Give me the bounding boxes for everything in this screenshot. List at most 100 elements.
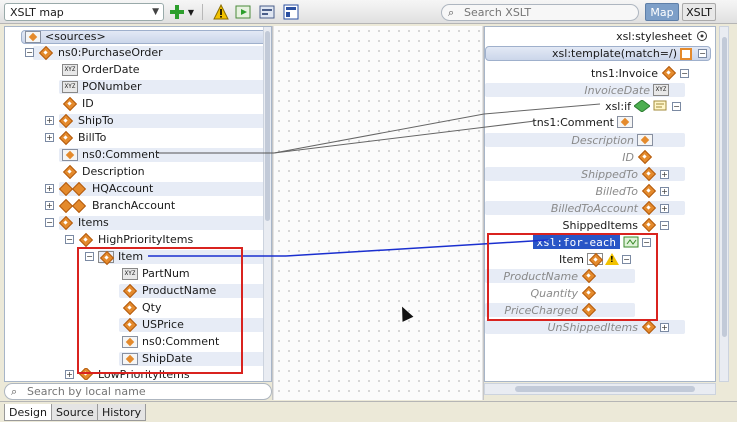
chevron-down-icon: ▼: [152, 7, 159, 17]
add-menu-chevron-icon[interactable]: ▼: [186, 3, 196, 21]
target-tree-row[interactable]: BilledToAccount +: [551, 200, 669, 216]
attribute-icon: XYZ: [62, 63, 78, 76]
collapse-icon[interactable]: −: [660, 220, 669, 230]
target-tree-panel: xsl:stylesheet xsl:template(match=/) − t…: [484, 26, 716, 382]
expand-icon[interactable]: +: [660, 186, 669, 196]
source-node-label: ID: [82, 97, 94, 110]
target-node-label: InvoiceDate: [584, 83, 650, 97]
collapse-icon[interactable]: −: [680, 68, 689, 78]
element-box-icon: [617, 116, 633, 128]
collapse-icon[interactable]: −: [672, 101, 681, 111]
source-tree-row[interactable]: Description: [62, 163, 145, 180]
element-icon: [38, 47, 54, 59]
source-tree-row[interactable]: <sources>: [25, 28, 106, 45]
source-tree-row[interactable]: − ns0:PurchaseOrder: [25, 44, 163, 61]
xslt-view-toggle[interactable]: XSLT: [682, 3, 716, 21]
expand-icon[interactable]: +: [65, 369, 74, 379]
test-report-icon[interactable]: [258, 3, 276, 21]
expand-icon[interactable]: +: [45, 201, 54, 210]
element-icon: [78, 234, 94, 246]
element-icon: [661, 67, 677, 79]
element-icon: [58, 217, 74, 229]
collapse-icon[interactable]: −: [698, 49, 707, 58]
target-tree-row[interactable]: tns1:Comment: [532, 114, 633, 130]
search-local-name-box[interactable]: ⌕: [4, 383, 272, 400]
attribute-icon: XYZ: [653, 84, 669, 96]
add-icon[interactable]: [168, 3, 186, 21]
expand-icon[interactable]: +: [660, 203, 669, 213]
source-node-label: BranchAccount: [92, 199, 176, 212]
element-box-icon: [637, 134, 653, 146]
scrollbar-thumb[interactable]: [515, 386, 695, 392]
tab-design[interactable]: Design: [4, 404, 52, 421]
template-header-bar[interactable]: xsl:template(match=/) −: [485, 46, 711, 61]
target-tree-row[interactable]: tns1:Invoice −: [591, 65, 689, 81]
search-xslt-box[interactable]: ⌕: [441, 4, 639, 21]
warning-icon[interactable]: [212, 3, 230, 21]
target-tree-row[interactable]: ID: [622, 149, 653, 165]
source-node-label: BillTo: [78, 131, 107, 144]
scrollbar-thumb[interactable]: [265, 31, 270, 221]
source-node-label: ShipTo: [78, 114, 114, 127]
run-test-icon[interactable]: [234, 3, 252, 21]
target-tree-row[interactable]: ShippedItems −: [563, 217, 669, 233]
expand-icon[interactable]: +: [660, 169, 669, 179]
target-tree-row[interactable]: Description: [571, 132, 653, 148]
target-node-label: xsl:stylesheet: [616, 29, 692, 43]
element-icon: [637, 151, 653, 163]
stylesheet-icon: [695, 30, 711, 42]
source-tree-row[interactable]: + HQAccount: [45, 180, 153, 197]
editor-tabs: Design Source History: [0, 401, 737, 422]
choice-element-icon: [58, 183, 88, 195]
element-icon: [62, 166, 78, 178]
mapping-canvas[interactable]: [274, 26, 482, 400]
target-tree-row[interactable]: ShippedTo +: [581, 166, 669, 182]
xml-schema-icon[interactable]: [282, 3, 300, 21]
source-vertical-scrollbar[interactable]: [263, 27, 271, 381]
source-tree-row[interactable]: − HighPriorityItems: [65, 231, 193, 248]
scrollbar-thumb[interactable]: [722, 37, 727, 337]
source-tree-row[interactable]: + ShipTo: [45, 112, 114, 129]
text-type-icon: XYZ: [62, 80, 78, 93]
source-tree-row[interactable]: + BillTo: [45, 129, 106, 146]
target-tree-row[interactable]: xsl:if −: [605, 98, 681, 114]
expand-icon[interactable]: +: [660, 322, 669, 332]
source-highlight-box: [77, 247, 243, 374]
map-select-dropdown[interactable]: XSLT map ▼: [4, 3, 164, 21]
target-tree-row[interactable]: BilledTo +: [595, 183, 669, 199]
tab-history[interactable]: History: [97, 404, 147, 421]
source-tree-row[interactable]: ns0:Comment: [62, 146, 159, 163]
map-view-toggle[interactable]: Map: [645, 3, 679, 21]
tab-source[interactable]: Source: [51, 404, 99, 421]
expand-icon[interactable]: +: [45, 133, 54, 142]
target-tree-row[interactable]: InvoiceDate XYZ: [584, 82, 669, 98]
source-node-label: Description: [82, 165, 145, 178]
element-icon: [641, 202, 657, 214]
source-tree-row[interactable]: XYZ OrderDate: [62, 61, 140, 78]
element-icon: [641, 185, 657, 197]
source-node-label: HighPriorityItems: [98, 233, 194, 246]
source-node-label: ns0:Comment: [82, 148, 160, 161]
expand-icon[interactable]: +: [45, 116, 54, 125]
expand-icon[interactable]: +: [45, 184, 54, 193]
collapse-icon[interactable]: −: [65, 235, 74, 244]
source-tree-row[interactable]: + BranchAccount: [45, 197, 175, 214]
element-icon: [641, 219, 657, 231]
choice-element-icon: [58, 200, 88, 212]
target-horizontal-scrollbar[interactable]: [484, 383, 716, 395]
source-tree-row[interactable]: − Items: [45, 214, 109, 231]
target-tree-row[interactable]: xsl:stylesheet: [616, 28, 711, 44]
source-node-label: PONumber: [82, 80, 142, 93]
target-node-label: xsl:template(match=/): [552, 47, 677, 60]
collapse-icon[interactable]: −: [45, 218, 54, 227]
element-icon: [641, 321, 657, 333]
source-tree-row[interactable]: XYZ PONumber: [62, 78, 141, 95]
target-tree-row[interactable]: UnShippedItems +: [547, 319, 669, 335]
source-tree-row[interactable]: ID: [62, 95, 94, 112]
target-vertical-scrollbar[interactable]: [719, 26, 729, 382]
collapse-icon[interactable]: −: [25, 48, 34, 57]
toolbar-separator: [202, 4, 203, 20]
search-local-name-input[interactable]: [27, 385, 267, 398]
target-node-label: BilledTo: [595, 184, 638, 198]
search-xslt-input[interactable]: [464, 6, 634, 19]
